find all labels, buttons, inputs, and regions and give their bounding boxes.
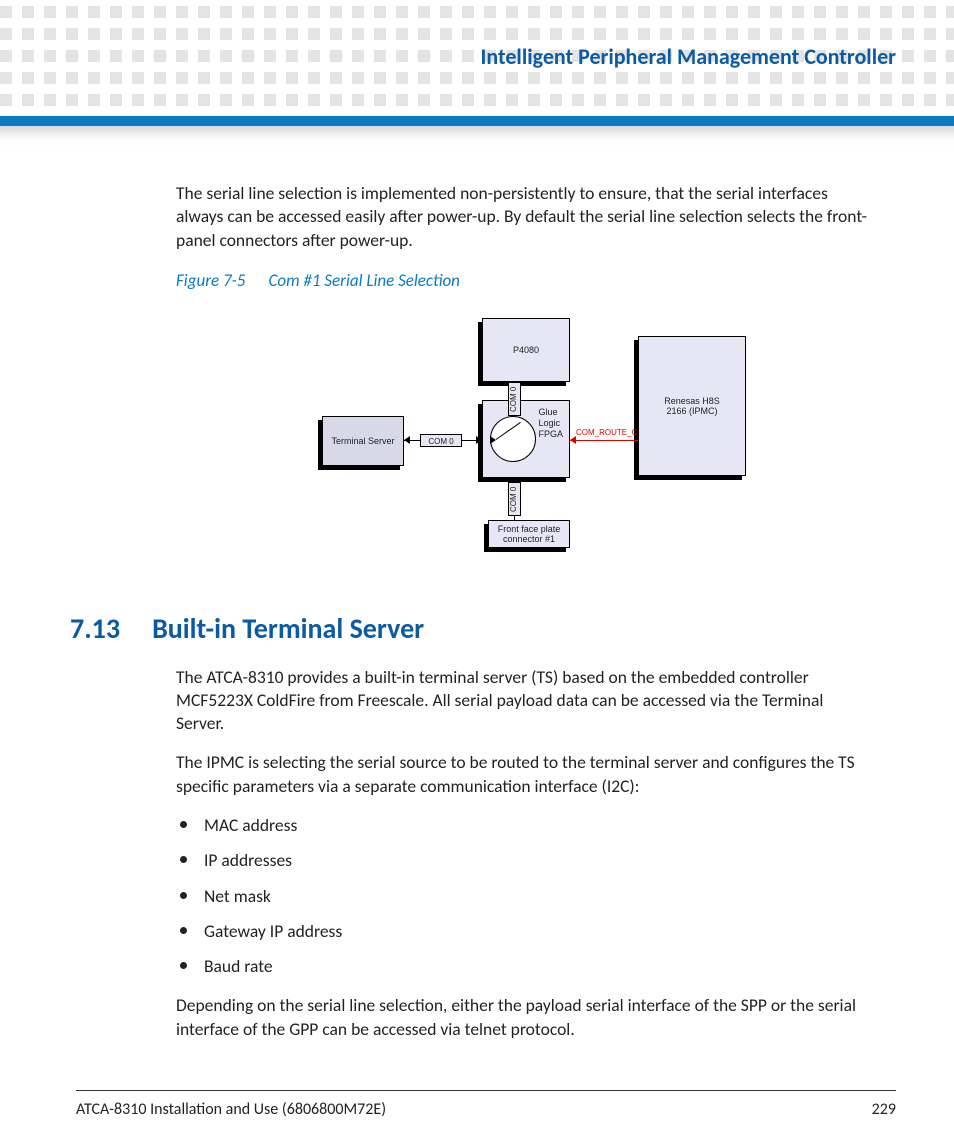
- arrow-icon: [404, 436, 410, 444]
- header-blue-bar: [0, 116, 954, 126]
- header-dots-row: [0, 28, 954, 40]
- block-renesas-ipmc: Renesas H8S 2166 (IPMC): [638, 336, 746, 476]
- intro-paragraph: The serial line selection is implemented…: [176, 182, 872, 252]
- block-label: FPGA: [538, 429, 563, 440]
- bullet-list: MAC address IP addresses Net mask Gatewa…: [176, 814, 872, 978]
- arrow-icon: [476, 436, 482, 444]
- block-label: P4080: [513, 345, 539, 356]
- list-item: Net mask: [176, 885, 872, 908]
- arrow-icon: [490, 436, 496, 444]
- label-com0-bottom: COM 0: [508, 482, 521, 516]
- header-chapter-title: Intelligent Peripheral Management Contro…: [481, 43, 896, 70]
- footer-rule: [76, 1090, 896, 1091]
- footer-doc-id: ATCA-8310 Installation and Use (6806800M…: [76, 1100, 386, 1119]
- figure-caption-title: Com #1 Serial Line Selection: [268, 270, 459, 291]
- footer-page-number: 229: [872, 1100, 896, 1119]
- list-item: Baud rate: [176, 955, 872, 978]
- figure-diagram: P4080 Terminal Server Glue Logic FPGA Re…: [304, 310, 744, 580]
- block-label: 2166 (IPMC): [666, 406, 717, 417]
- block-terminal-server: Terminal Server: [322, 416, 404, 466]
- list-item: IP addresses: [176, 849, 872, 872]
- block-label: connector #1: [503, 534, 555, 545]
- block-label: Front face plate: [498, 524, 561, 535]
- header-dots-row: [0, 6, 954, 18]
- list-item: MAC address: [176, 814, 872, 837]
- section-title: Built-in Terminal Server: [152, 610, 424, 647]
- section-paragraph-3: Depending on the serial line selection, …: [176, 994, 872, 1041]
- header-dots-row: [0, 94, 954, 106]
- block-label-group: Glue Logic FPGA: [538, 407, 563, 439]
- list-item: Gateway IP address: [176, 920, 872, 943]
- block-label: Glue: [538, 407, 563, 418]
- label-com0-top: COM 0: [508, 382, 521, 416]
- figure-caption: Figure 7-5 Com #1 Serial Line Selection: [176, 270, 872, 293]
- block-front-face-plate-connector: Front face plate connector #1: [488, 520, 570, 548]
- page-content: The serial line selection is implemented…: [176, 182, 872, 1057]
- label-com0: COM 0: [420, 434, 462, 447]
- section-paragraph-2: The IPMC is selecting the serial source …: [176, 751, 872, 798]
- section-heading: 7.13 Built-in Terminal Server: [70, 610, 872, 647]
- section-paragraph-1: The ATCA-8310 provides a built-in termin…: [176, 666, 872, 736]
- block-label: Logic: [538, 418, 563, 429]
- block-p4080: P4080: [482, 318, 570, 382]
- header-dots-row: [0, 72, 954, 84]
- block-label: Terminal Server: [331, 436, 394, 447]
- header-gradient-bar: [0, 126, 954, 148]
- block-label: Renesas H8S: [664, 396, 720, 407]
- section-number: 7.13: [70, 610, 120, 647]
- connector-line-red: [570, 440, 638, 441]
- label-com-route-c: COM_ROUTE_C: [576, 428, 637, 439]
- figure-caption-prefix: Figure 7-5: [176, 270, 245, 291]
